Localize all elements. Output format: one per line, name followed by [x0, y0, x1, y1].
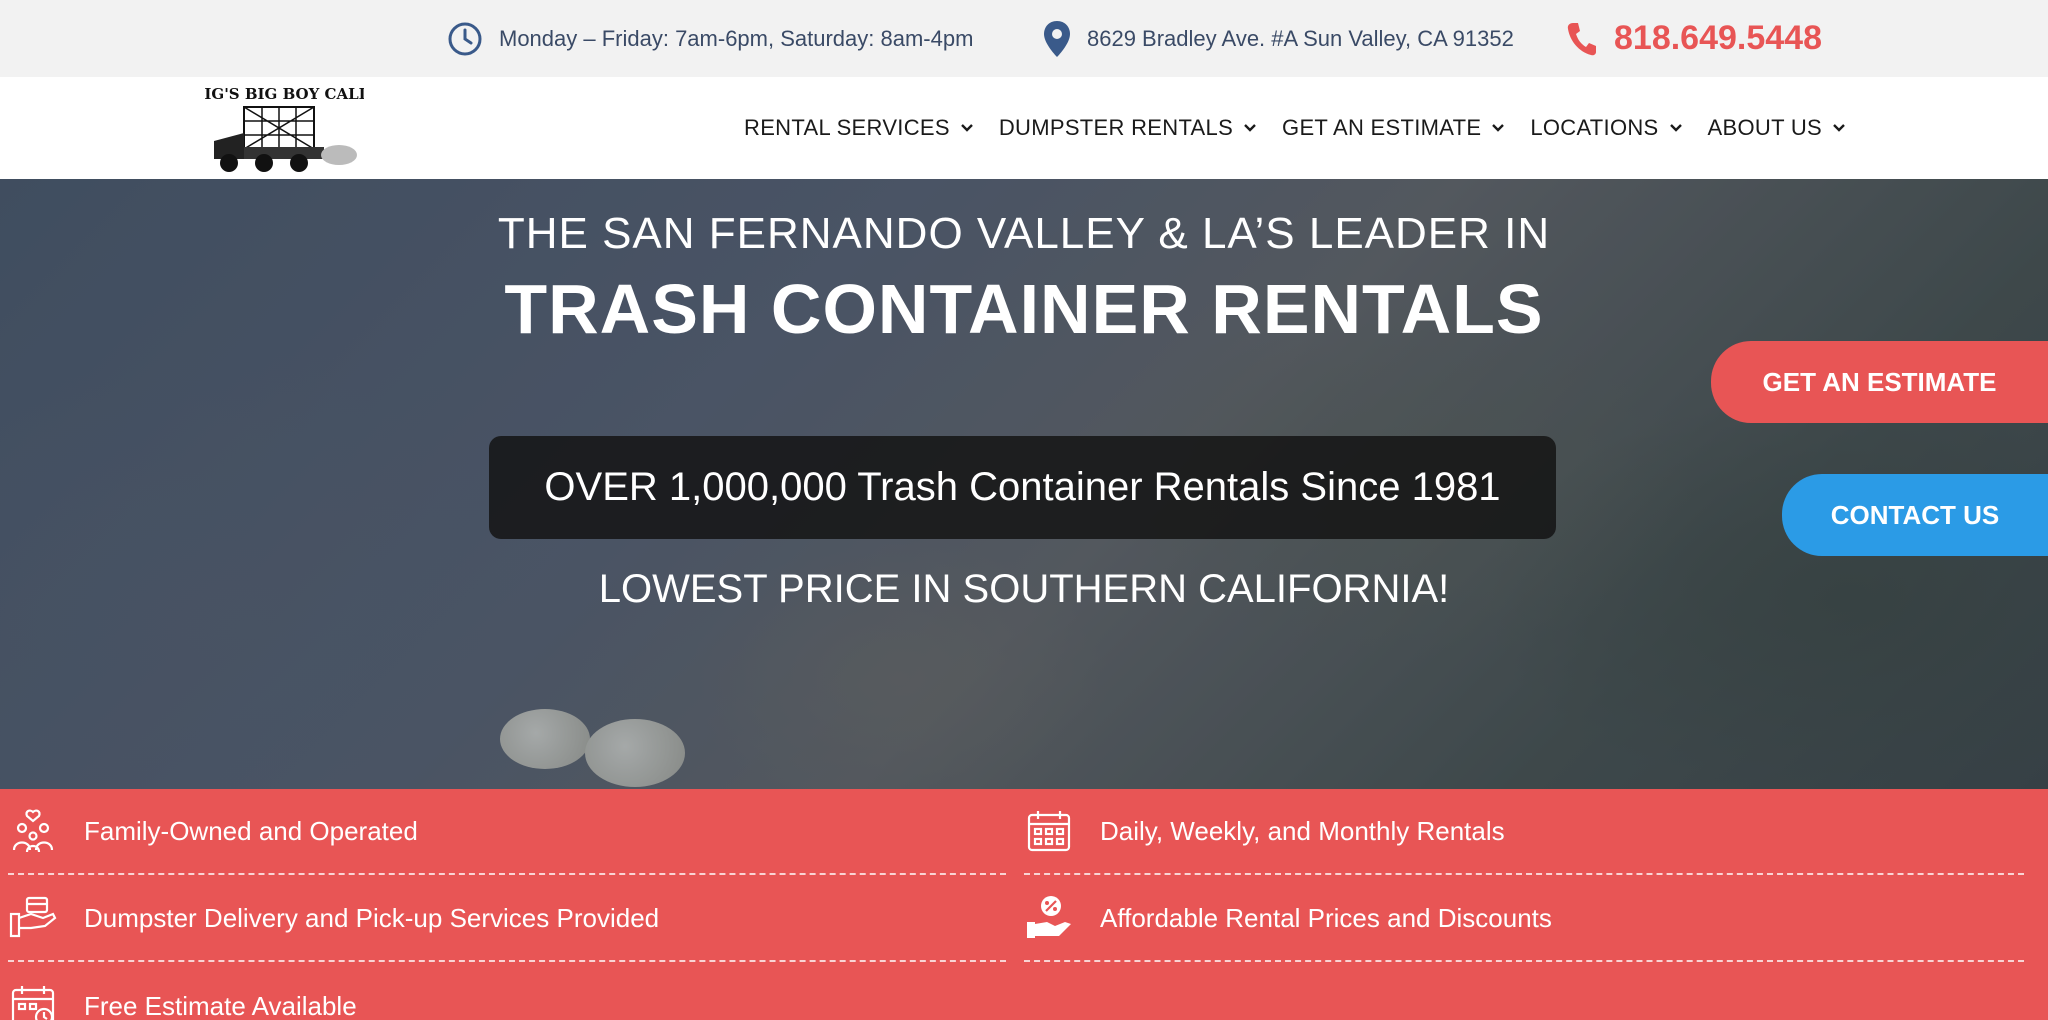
chevron-down-icon: [1832, 123, 1846, 133]
feature-item: Free Estimate Available: [8, 963, 1006, 1020]
phone-link[interactable]: 818.649.5448: [1566, 0, 1822, 77]
clock-icon: [447, 21, 483, 57]
main-nav: RENTAL SERVICES DUMPSTER RENTALS GET AN …: [719, 77, 1846, 179]
nav-get-an-estimate[interactable]: GET AN ESTIMATE: [1282, 115, 1505, 141]
contact-us-button[interactable]: CONTACT US: [1782, 474, 2048, 556]
main-header: BIG'S BIG BOY CALIF RENTAL SERVICES DUMP…: [0, 77, 2048, 179]
nav-rental-services[interactable]: RENTAL SERVICES: [744, 115, 974, 141]
hero-section: THE SAN FERNANDO VALLEY & LA’S LEADER IN…: [0, 179, 2048, 789]
calendar-icon: [1024, 806, 1074, 856]
get-estimate-button[interactable]: GET AN ESTIMATE: [1711, 341, 2048, 423]
nav-label: RENTAL SERVICES: [744, 115, 950, 140]
feature-label: Family-Owned and Operated: [84, 815, 418, 846]
feature-item: Daily, Weekly, and Monthly Rentals: [1024, 789, 2024, 875]
nav-label: ABOUT US: [1707, 115, 1822, 140]
delivery-hand-icon: [8, 893, 58, 943]
nav-label: LOCATIONS: [1530, 115, 1659, 140]
chevron-down-icon: [1669, 123, 1683, 133]
phone-number: 818.649.5448: [1614, 19, 1822, 57]
nav-about-us[interactable]: ABOUT US: [1708, 115, 1846, 141]
svg-text:BIG'S BIG BOY CALIF: BIG'S BIG BOY CALIF: [204, 85, 364, 103]
feature-label: Free Estimate Available: [84, 990, 357, 1020]
nav-dumpster-rentals[interactable]: DUMPSTER RENTALS: [999, 115, 1257, 141]
hero-subheading: THE SAN FERNANDO VALLEY & LA’S LEADER IN: [497, 209, 1551, 258]
feature-label: Daily, Weekly, and Monthly Rentals: [1100, 815, 1505, 846]
phone-icon: [1566, 21, 1598, 57]
estimate-calendar-icon: [8, 981, 58, 1020]
hero-tagline: LOWEST PRICE IN SOUTHERN CALIFORNIA!: [598, 567, 1450, 611]
company-logo[interactable]: BIG'S BIG BOY CALIF: [192, 83, 377, 175]
hero-stat-text: OVER 1,000,000 Trash Container Rentals S…: [544, 465, 1501, 509]
feature-item: Affordable Rental Prices and Discounts: [1024, 876, 2024, 962]
discount-hand-icon: [1024, 893, 1074, 943]
feature-label: Dumpster Delivery and Pick-up Services P…: [84, 902, 660, 933]
family-icon: [8, 806, 58, 856]
chevron-down-icon: [960, 123, 974, 133]
feature-label: Affordable Rental Prices and Discounts: [1100, 902, 1552, 933]
business-hours: Monday – Friday: 7am-6pm, Saturday: 8am-…: [447, 0, 973, 77]
chevron-down-icon: [1491, 123, 1505, 133]
feature-item: Family-Owned and Operated: [8, 789, 1006, 875]
nav-label: DUMPSTER RENTALS: [998, 115, 1234, 140]
nav-label: GET AN ESTIMATE: [1282, 115, 1482, 140]
map-pin-icon: [1043, 20, 1071, 58]
address-text: 8629 Bradley Ave. #A Sun Valley, CA 9135…: [1087, 25, 1514, 51]
hero-heading: TRASH CONTAINER RENTALS: [504, 270, 1544, 348]
business-address[interactable]: 8629 Bradley Ave. #A Sun Valley, CA 9135…: [1043, 0, 1514, 77]
features-section: Family-Owned and Operated Daily, Weekly,…: [0, 789, 2048, 1020]
nav-locations[interactable]: LOCATIONS: [1530, 115, 1682, 141]
top-info-bar: Monday – Friday: 7am-6pm, Saturday: 8am-…: [0, 0, 2048, 77]
chevron-down-icon: [1243, 123, 1257, 133]
hero-stat-banner: OVER 1,000,000 Trash Container Rentals S…: [489, 436, 1556, 539]
feature-item: Dumpster Delivery and Pick-up Services P…: [8, 876, 1006, 962]
hours-text: Monday – Friday: 7am-6pm, Saturday: 8am-…: [499, 25, 974, 51]
